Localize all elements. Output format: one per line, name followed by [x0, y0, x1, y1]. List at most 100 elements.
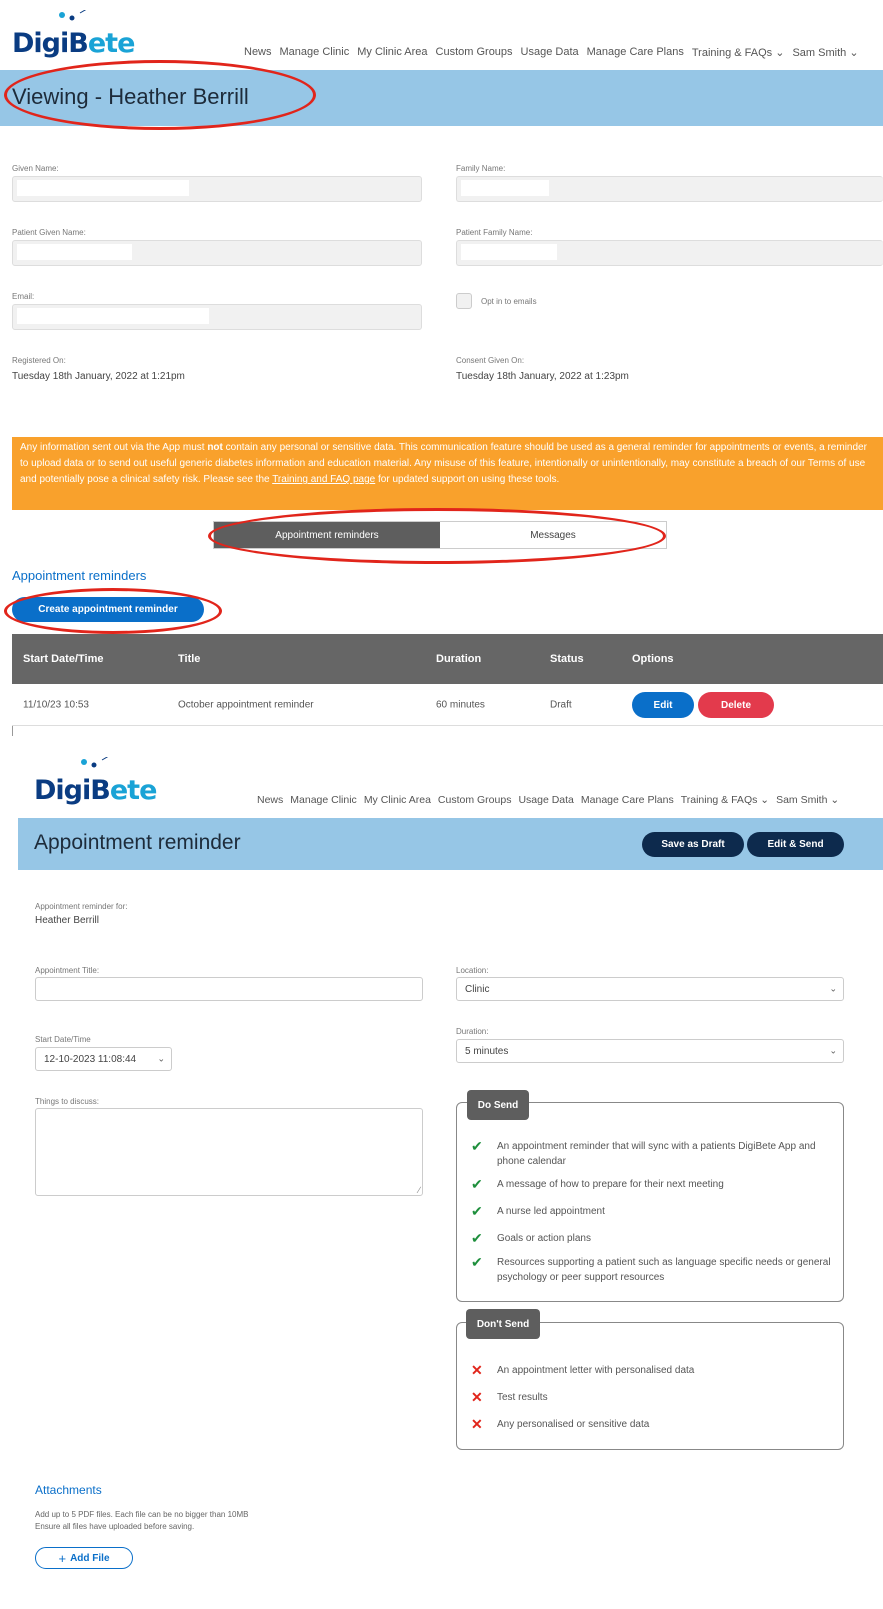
- dont-send-item: ✕ Test results: [471, 1390, 833, 1405]
- appointment-title-label: Appointment Title:: [35, 966, 100, 975]
- registered-label: Registered On:: [12, 356, 66, 365]
- reminder-for-label: Appointment reminder for:: [35, 902, 128, 911]
- patient-family-label: Patient Family Name:: [456, 228, 533, 237]
- dont-send-text: Any personalised or sensitive data: [497, 1419, 650, 1430]
- given-name-field[interactable]: [12, 176, 422, 202]
- nav-training-faqs[interactable]: Training & FAQs ⌄: [692, 46, 785, 59]
- col-duration: Duration: [436, 653, 482, 665]
- dont-send-item: ✕ Any personalised or sensitive data: [471, 1417, 833, 1432]
- start-datetime-label: Start Date/Time: [35, 1035, 91, 1044]
- opt-in-checkbox[interactable]: [456, 293, 472, 309]
- training-faq-link[interactable]: Training and FAQ page: [272, 474, 375, 485]
- col-options: Options: [632, 653, 674, 665]
- user-name: Sam Smith: [776, 794, 828, 806]
- nav-usage-data[interactable]: Usage Data: [521, 46, 579, 59]
- delete-button[interactable]: Delete: [698, 692, 774, 718]
- logo-text: DigiB: [12, 28, 89, 59]
- patient-family-field[interactable]: [456, 240, 883, 266]
- start-datetime-select[interactable]: 12-10-2023 11:08:44 ⌄: [35, 1047, 172, 1071]
- family-name-field[interactable]: [456, 176, 883, 202]
- things-to-discuss-textarea[interactable]: ∕: [35, 1108, 423, 1196]
- do-send-heading: Do Send: [467, 1090, 529, 1120]
- cross-icon: ✕: [471, 1389, 483, 1405]
- divider: [12, 726, 13, 736]
- nav-my-clinic-area[interactable]: My Clinic Area: [357, 46, 427, 59]
- nav-user-menu[interactable]: Sam Smith ⌄: [792, 46, 858, 59]
- nav-manage-care-plans[interactable]: Manage Care Plans: [581, 794, 674, 806]
- nav-news[interactable]: News: [257, 794, 283, 806]
- resize-handle-icon[interactable]: ∕: [418, 1185, 420, 1195]
- warning-text-bold: not: [207, 442, 223, 453]
- do-send-text: An appointment reminder that will sync w…: [497, 1141, 816, 1167]
- logo[interactable]: DigiBete: [34, 757, 169, 806]
- warning-banner: Any information sent out via the App mus…: [12, 437, 883, 510]
- nav-manage-clinic[interactable]: Manage Clinic: [280, 46, 350, 59]
- top-nav: News Manage Clinic My Clinic Area Custom…: [257, 794, 839, 806]
- edit-button[interactable]: Edit: [632, 692, 694, 718]
- dont-send-item: ✕ An appointment letter with personalised…: [471, 1363, 833, 1378]
- consent-label: Consent Given On:: [456, 356, 525, 365]
- nav-news[interactable]: News: [244, 46, 272, 59]
- registered-value: Tuesday 18th January, 2022 at 1:21pm: [12, 371, 185, 382]
- do-send-item: ✔ Resources supporting a patient such as …: [471, 1255, 833, 1285]
- chevron-down-icon: ⌄: [760, 794, 770, 806]
- logo-figures-icon: [59, 10, 87, 21]
- duration-select[interactable]: 5 minutes ⌄: [456, 1039, 844, 1063]
- email-field[interactable]: [12, 304, 422, 330]
- checkmark-icon: ✔: [471, 1203, 483, 1219]
- dont-send-heading: Don't Send: [466, 1309, 540, 1339]
- logo-text-accent: ete: [109, 775, 158, 806]
- chevron-down-icon: ⌄: [157, 1053, 165, 1064]
- add-file-button[interactable]: + Add File: [35, 1547, 133, 1569]
- nav-training-faqs[interactable]: Training & FAQs ⌄: [681, 794, 769, 806]
- logo-text: DigiB: [34, 775, 111, 806]
- plus-icon: +: [58, 1550, 67, 1566]
- section-title: Appointment reminders: [12, 568, 147, 583]
- nav-training-label: Training & FAQs: [691, 47, 773, 59]
- dont-send-box: ✕ An appointment letter with personalised…: [456, 1322, 844, 1450]
- nav-my-clinic-area[interactable]: My Clinic Area: [364, 794, 431, 806]
- cross-icon: ✕: [471, 1416, 483, 1432]
- form-title: Appointment reminder: [34, 831, 241, 854]
- do-send-item: ✔ Goals or action plans: [471, 1231, 833, 1246]
- nav-usage-data[interactable]: Usage Data: [518, 794, 573, 806]
- logo-figures-icon: [81, 757, 109, 768]
- checkmark-icon: ✔: [471, 1230, 483, 1246]
- do-send-box: ✔ An appointment reminder that will sync …: [456, 1102, 844, 1302]
- dont-send-text: Test results: [497, 1392, 548, 1403]
- redaction: [17, 244, 132, 260]
- chevron-down-icon: ⌄: [829, 1045, 837, 1056]
- patient-given-field[interactable]: [12, 240, 422, 266]
- col-start: Start Date/Time: [23, 653, 104, 665]
- things-to-discuss-label: Things to discuss:: [35, 1097, 100, 1106]
- location-select[interactable]: Clinic ⌄: [456, 977, 844, 1001]
- warning-text-a: Any information sent out via the App mus…: [20, 442, 208, 453]
- edit-send-button[interactable]: Edit & Send: [747, 832, 844, 857]
- given-name-label: Given Name:: [12, 164, 59, 173]
- checkmark-icon: ✔: [471, 1138, 483, 1154]
- nav-manage-care-plans[interactable]: Manage Care Plans: [587, 46, 684, 59]
- nav-user-menu[interactable]: Sam Smith ⌄: [776, 794, 839, 806]
- reminder-for-value: Heather Berrill: [35, 915, 99, 926]
- do-send-item: ✔ An appointment reminder that will sync …: [471, 1139, 833, 1169]
- annotation-circle: [4, 588, 222, 634]
- nav-custom-groups[interactable]: Custom Groups: [436, 46, 513, 59]
- opt-in-label: Opt in to emails: [481, 297, 537, 306]
- do-send-text: Resources supporting a patient such as l…: [497, 1257, 831, 1283]
- logo[interactable]: DigiBete: [12, 10, 147, 59]
- do-send-text: A nurse led appointment: [497, 1206, 605, 1217]
- cell-duration: 60 minutes: [436, 699, 485, 710]
- do-send-text: A message of how to prepare for their ne…: [497, 1179, 724, 1190]
- col-title: Title: [178, 653, 201, 665]
- nav-custom-groups[interactable]: Custom Groups: [438, 794, 512, 806]
- attachments-note-upload: Ensure all files have uploaded before sa…: [35, 1522, 195, 1531]
- cell-start: 11/10/23 10:53: [23, 699, 89, 710]
- cell-title: October appointment reminder: [178, 699, 314, 710]
- save-as-draft-button[interactable]: Save as Draft: [642, 832, 744, 857]
- redaction: [461, 180, 549, 196]
- cell-status: Draft: [550, 699, 572, 710]
- consent-value: Tuesday 18th January, 2022 at 1:23pm: [456, 371, 629, 382]
- nav-manage-clinic[interactable]: Manage Clinic: [290, 794, 357, 806]
- table-header: Start Date/Time Title Duration Status Op…: [12, 634, 883, 684]
- appointment-title-input[interactable]: [35, 977, 423, 1001]
